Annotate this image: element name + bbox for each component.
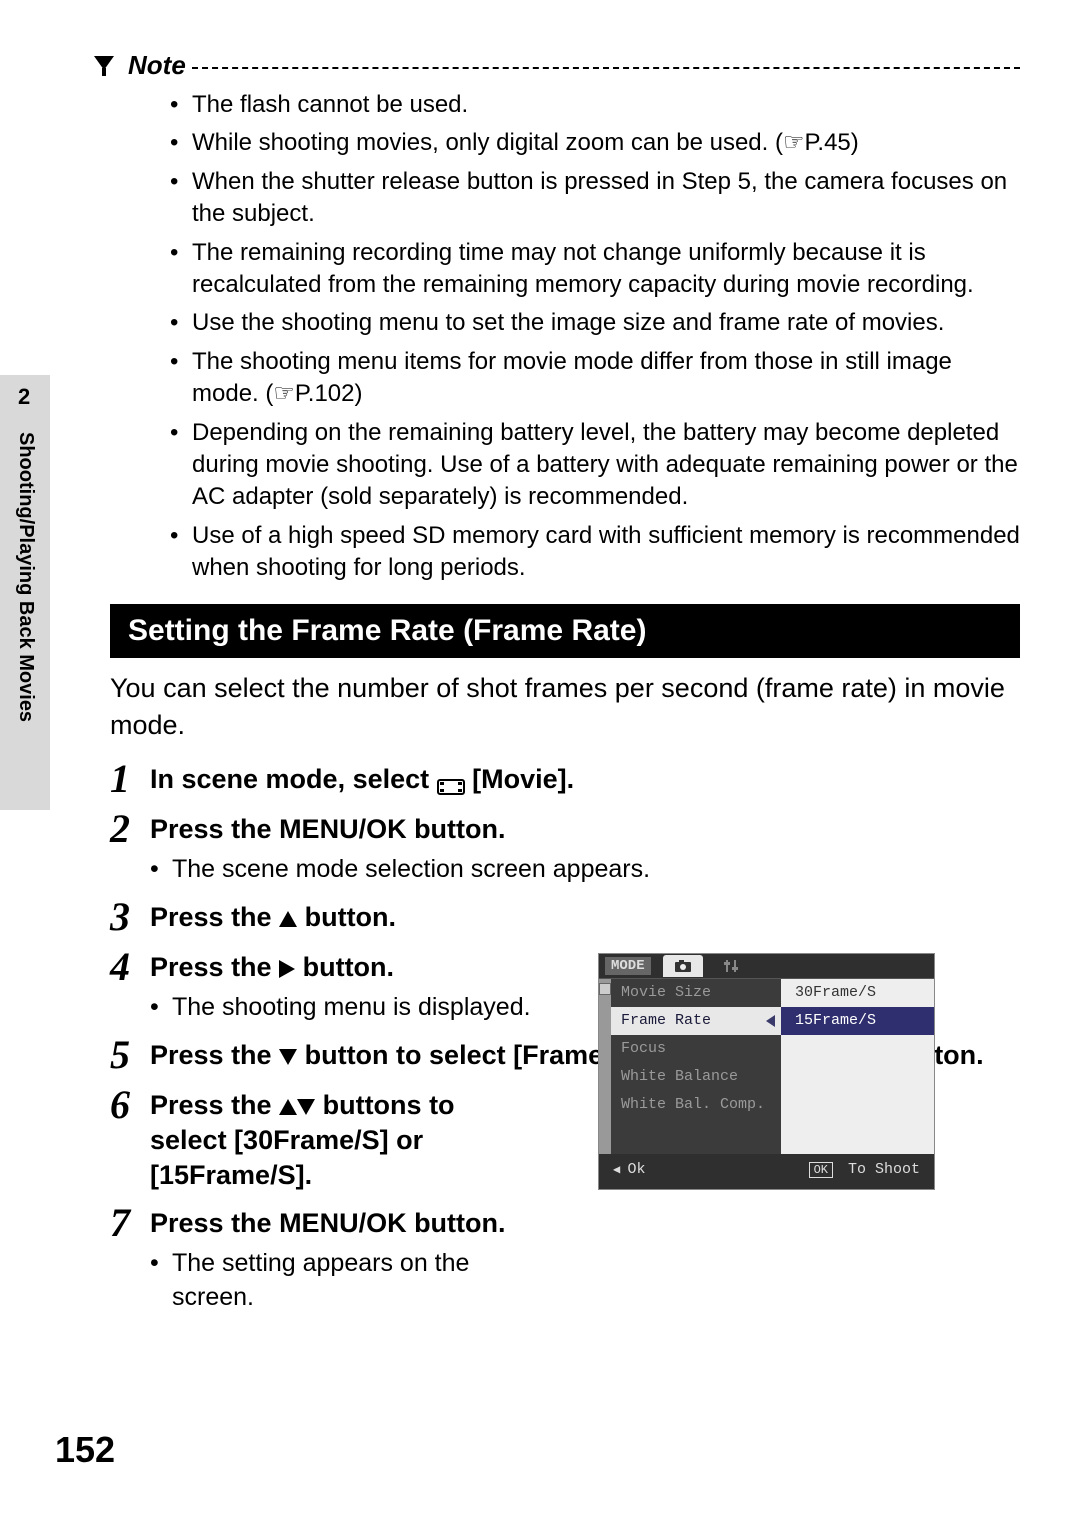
lcd-tab-setup-icon bbox=[713, 955, 749, 977]
step-1: 1 In scene mode, select [Movie]. bbox=[110, 759, 1020, 799]
lcd-menu-list: Movie Size Frame Rate Focus White Balanc… bbox=[611, 979, 781, 1154]
triangle-down-icon bbox=[297, 1099, 315, 1115]
step-sub: The scene mode selection screen appears. bbox=[150, 853, 1020, 887]
triangle-up-icon bbox=[279, 1099, 297, 1115]
step-title: Press the MENU/OK button. bbox=[150, 1206, 530, 1241]
step-3: 3 Press the button. bbox=[110, 897, 1020, 937]
lcd-mode-label: MODE bbox=[605, 957, 651, 975]
page-number: 152 bbox=[55, 1429, 115, 1471]
lcd-menu-item: White Balance bbox=[611, 1063, 781, 1091]
chapter-title: Shooting/Playing Back Movies bbox=[14, 432, 37, 722]
note-item: The shooting menu items for movie mode d… bbox=[170, 346, 1020, 411]
step-7: 7 Press the MENU/OK button. The setting … bbox=[110, 1203, 530, 1315]
note-item: When the shutter release button is press… bbox=[170, 166, 1020, 231]
chapter-number: 2 bbox=[18, 384, 30, 410]
note-label: Note bbox=[128, 50, 186, 81]
section-intro: You can select the number of shot frames… bbox=[110, 670, 1020, 743]
lcd-menu-item: Focus bbox=[611, 1035, 781, 1063]
triangle-right-icon bbox=[279, 960, 295, 978]
movie-icon bbox=[437, 771, 465, 791]
lcd-bottom-bar: Ok OK To Shoot bbox=[599, 1154, 934, 1184]
step-text: Press the bbox=[150, 952, 279, 982]
step-number: 2 bbox=[110, 809, 150, 887]
step-text: [Movie]. bbox=[472, 764, 574, 794]
step-number: 5 bbox=[110, 1035, 150, 1075]
note-list: The flash cannot be used. While shooting… bbox=[170, 89, 1020, 584]
step-number: 7 bbox=[110, 1203, 150, 1315]
step-text: button. bbox=[305, 902, 396, 932]
lcd-menu-item: White Bal. Comp. bbox=[611, 1091, 781, 1119]
lcd-option-item: 30Frame/S bbox=[781, 979, 934, 1007]
lcd-menu-item-selected: Frame Rate bbox=[611, 1007, 781, 1035]
triangle-up-icon bbox=[279, 911, 297, 927]
step-text: Press the bbox=[150, 902, 279, 932]
section-heading: Setting the Frame Rate (Frame Rate) bbox=[110, 604, 1020, 658]
note-item: Depending on the remaining battery level… bbox=[170, 417, 1020, 514]
note-item: Use the shooting menu to set the image s… bbox=[170, 307, 1020, 339]
step-sub: The setting appears on the screen. bbox=[150, 1247, 530, 1315]
triangle-down-icon bbox=[279, 1049, 297, 1065]
step-text: Press the bbox=[150, 1090, 279, 1120]
lcd-scroll-marker bbox=[599, 979, 611, 1154]
step-number: 6 bbox=[110, 1085, 150, 1193]
camera-lcd-screenshot: MODE Movie Size Frame Rate Focus White B… bbox=[598, 953, 935, 1190]
lcd-menu-item: Movie Size bbox=[611, 979, 781, 1007]
lcd-bottom-right: To Shoot bbox=[848, 1161, 920, 1178]
step-title: Press the MENU/OK button. bbox=[150, 812, 1020, 847]
lcd-options-list: 30Frame/S 15Frame/S bbox=[781, 979, 934, 1154]
lcd-ok-box: OK bbox=[809, 1162, 833, 1178]
note-icon bbox=[90, 52, 118, 80]
note-dashes bbox=[192, 67, 1020, 69]
note-header: Note bbox=[90, 50, 1020, 81]
step-number: 4 bbox=[110, 947, 150, 1025]
step-2: 2 Press the MENU/OK button. The scene mo… bbox=[110, 809, 1020, 887]
step-text: Press the bbox=[150, 1040, 279, 1070]
lcd-tab-camera-icon bbox=[663, 955, 703, 977]
lcd-option-item-highlight: 15Frame/S bbox=[781, 1007, 934, 1035]
step-6: 6 Press the buttons to select [30Frame/S… bbox=[110, 1085, 530, 1193]
step-number: 3 bbox=[110, 897, 150, 937]
step-text: button. bbox=[303, 952, 394, 982]
step-text: In scene mode, select bbox=[150, 764, 437, 794]
step-number: 1 bbox=[110, 759, 150, 799]
note-item: The remaining recording time may not cha… bbox=[170, 237, 1020, 302]
note-item: The flash cannot be used. bbox=[170, 89, 1020, 121]
note-item: While shooting movies, only digital zoom… bbox=[170, 127, 1020, 159]
lcd-bottom-left: Ok bbox=[613, 1161, 645, 1178]
note-item: Use of a high speed SD memory card with … bbox=[170, 520, 1020, 585]
